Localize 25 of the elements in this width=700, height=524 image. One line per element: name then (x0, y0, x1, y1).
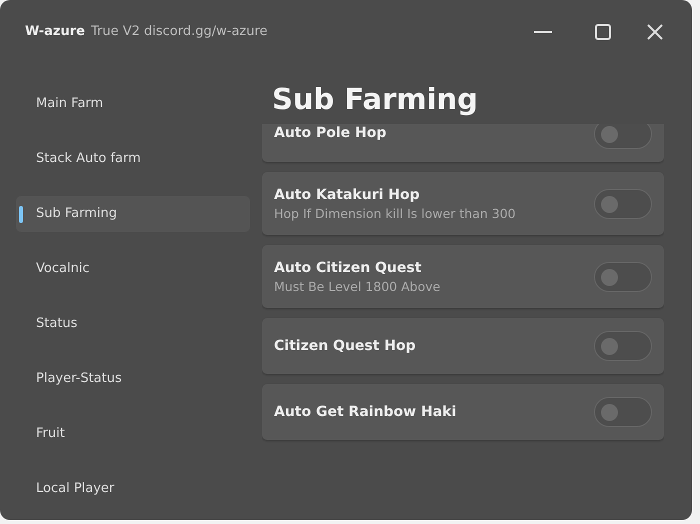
toggle-switch[interactable] (594, 188, 652, 219)
option-label: Auto Citizen Quest (274, 259, 422, 278)
sidebar-tab[interactable]: Local Player (16, 471, 250, 507)
window-title: W-azure (25, 23, 85, 42)
close-icon[interactable] (647, 24, 663, 40)
sidebar-tab[interactable]: Player-Status (16, 361, 250, 397)
maximize-icon[interactable] (595, 24, 611, 40)
sidebar-tab[interactable]: Vocalnic (16, 251, 250, 287)
window-subtitle: True V2 discord.gg/w-azure (90, 23, 269, 42)
option-label: Auto Get Rainbow Haki (274, 402, 458, 422)
sidebar-tab[interactable]: Stack Auto farm (16, 141, 250, 177)
sidebar-tab[interactable]: Status (16, 306, 250, 342)
page-heading: Sub Farming (272, 84, 479, 116)
sidebar-tab[interactable]: Fruit (16, 416, 250, 452)
toggle-switch[interactable] (594, 124, 652, 149)
sidebar-tab[interactable]: Main Farm (16, 86, 250, 122)
toggle-switch[interactable] (594, 397, 652, 428)
option-description: Hop If Dimension kill Is lower than 300 (274, 206, 517, 222)
toggle-switch[interactable] (594, 331, 652, 362)
sidebar-tab[interactable]: Sub Farming (16, 196, 250, 232)
option-label: Auto Pole Hop (274, 124, 388, 144)
option-label: Auto Katakuri Hop (274, 186, 421, 205)
option-description: Must Be Level 1800 Above (274, 279, 442, 296)
option-label: Citizen Quest Hop (274, 336, 417, 356)
toggle-switch[interactable] (594, 262, 652, 292)
